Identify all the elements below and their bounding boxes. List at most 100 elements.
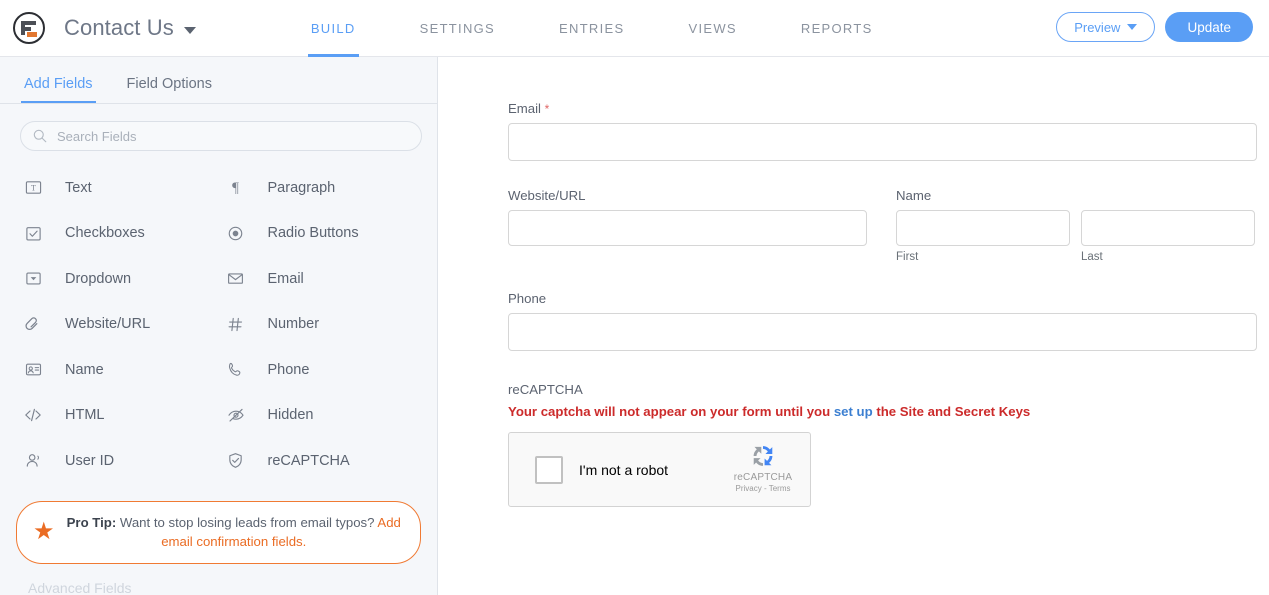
recaptcha-logo-icon: [726, 441, 800, 471]
field-button-number[interactable]: Number: [221, 302, 424, 348]
field-button-phone[interactable]: Phone: [221, 347, 424, 393]
field-label: Number: [267, 316, 320, 333]
star-icon: ★: [33, 517, 55, 545]
code-icon: [22, 404, 44, 426]
field-button-dropdown[interactable]: Dropdown: [18, 256, 221, 302]
dropdown-icon: [22, 268, 44, 290]
field-label: Dropdown: [65, 270, 132, 287]
field-button-recaptcha[interactable]: reCAPTCHA: [221, 438, 424, 484]
tab-settings[interactable]: SETTINGS: [403, 0, 512, 57]
phone-input[interactable]: [508, 313, 1257, 351]
recaptcha-warning-after: the Site and Secret Keys: [872, 404, 1031, 419]
recaptcha-checkbox[interactable]: [535, 455, 563, 484]
envelope-icon: [225, 268, 247, 290]
field-button-website-url[interactable]: Website/URL: [18, 302, 221, 348]
field-label: Checkboxes: [65, 225, 145, 242]
email-label-text: Email: [508, 101, 541, 116]
field-button-email[interactable]: Email: [221, 256, 424, 302]
name-last-sublabel: Last: [1081, 251, 1103, 263]
tab-build[interactable]: BUILD: [294, 0, 373, 57]
field-list: T Text ¶ Paragraph Checkboxes Radio Butt…: [0, 165, 437, 484]
app-logo: [13, 12, 45, 44]
field-label: Text: [65, 179, 92, 196]
field-label: reCAPTCHA: [267, 452, 350, 469]
form-preview-area: Email * Website/URL Name First Last Phon…: [439, 57, 1269, 595]
name-first-sublabel: First: [896, 251, 919, 263]
website-field-label: Website/URL: [508, 188, 586, 203]
search-input[interactable]: [57, 128, 397, 144]
recaptcha-widget[interactable]: I'm not a robot reCAPTCHA Privacy - Term…: [508, 432, 811, 507]
checkbox-icon: [22, 222, 44, 244]
pro-tip-bold: Pro Tip:: [66, 514, 117, 530]
search-icon: [33, 129, 47, 143]
form-field-recaptcha[interactable]: reCAPTCHA Your captcha will not appear o…: [508, 382, 1255, 507]
email-input[interactable]: [508, 123, 1257, 161]
preview-button[interactable]: Preview: [1056, 12, 1156, 42]
chevron-down-icon[interactable]: [183, 26, 196, 34]
eye-slash-icon: [225, 404, 247, 426]
phone-field-label: Phone: [508, 291, 547, 306]
recaptcha-branding: reCAPTCHA Privacy - Terms: [726, 441, 800, 493]
update-button[interactable]: Update: [1165, 12, 1253, 42]
field-button-user-id[interactable]: User ID: [18, 438, 221, 484]
tab-reports[interactable]: REPORTS: [784, 0, 890, 57]
text-field-icon: T: [22, 177, 44, 199]
tab-views[interactable]: VIEWS: [671, 0, 753, 57]
required-marker: *: [544, 102, 550, 116]
id-card-icon: [22, 359, 44, 381]
field-label: Paragraph: [267, 179, 336, 196]
sidebar-tab-add-fields[interactable]: Add Fields: [21, 76, 96, 103]
website-input[interactable]: [508, 210, 867, 246]
search-box[interactable]: [20, 121, 422, 151]
field-button-radio-buttons[interactable]: Radio Buttons: [221, 211, 424, 257]
link-icon: [22, 313, 44, 335]
field-label: Name: [65, 361, 104, 378]
form-field-name[interactable]: Name First Last: [896, 188, 1255, 263]
field-button-paragraph[interactable]: ¶ Paragraph: [221, 165, 424, 211]
field-label: Email: [267, 270, 304, 287]
field-button-html[interactable]: HTML: [18, 393, 221, 439]
pro-tip-banner: ★ Pro Tip: Want to stop losing leads fro…: [16, 500, 421, 564]
chevron-down-icon: [1127, 24, 1138, 30]
top-bar: Contact Us BUILD SETTINGS ENTRIES VIEWS …: [0, 0, 1269, 57]
recaptcha-setup-link[interactable]: set up: [834, 404, 873, 419]
sidebar: Add Fields Field Options T Text ¶ Paragr…: [0, 57, 438, 595]
page-title: Contact Us: [64, 15, 174, 40]
field-label: User ID: [65, 452, 115, 469]
field-label: Radio Buttons: [267, 225, 359, 242]
form-title-block[interactable]: Contact Us: [0, 12, 196, 44]
field-button-name[interactable]: Name: [18, 347, 221, 393]
recaptcha-brand-terms[interactable]: Privacy - Terms: [726, 484, 800, 493]
pro-tip-text: Pro Tip: Want to stop losing leads from …: [66, 513, 402, 551]
svg-text:¶: ¶: [232, 180, 239, 196]
field-label: Phone: [267, 361, 310, 378]
field-label: Website/URL: [65, 316, 151, 333]
wpforms-logo-icon: [13, 12, 45, 44]
field-button-checkboxes[interactable]: Checkboxes: [18, 211, 221, 257]
radio-button-icon: [225, 222, 247, 244]
recaptcha-field-label: reCAPTCHA: [508, 382, 583, 397]
sidebar-tab-field-options[interactable]: Field Options: [124, 76, 215, 103]
field-button-text[interactable]: T Text: [18, 165, 221, 211]
field-label: Hidden: [267, 407, 314, 424]
tab-entries[interactable]: ENTRIES: [542, 0, 641, 57]
name-last-input[interactable]: [1081, 210, 1255, 246]
hash-icon: [225, 313, 247, 335]
name-first-wrapper: First: [896, 210, 1070, 263]
preview-button-label: Preview: [1074, 19, 1121, 35]
main-nav: BUILD SETTINGS ENTRIES VIEWS REPORTS: [294, 0, 890, 57]
name-field-label: Name: [896, 188, 932, 203]
recaptcha-warning: Your captcha will not appear on your for…: [508, 404, 1255, 419]
phone-icon: [225, 359, 247, 381]
form-field-email[interactable]: Email *: [508, 101, 1257, 161]
name-first-input[interactable]: [896, 210, 1070, 246]
search-field-wrapper: [0, 104, 437, 151]
form-field-website[interactable]: Website/URL: [508, 188, 867, 263]
field-button-hidden[interactable]: Hidden: [221, 393, 424, 439]
recaptcha-brand-name: reCAPTCHA: [733, 472, 793, 483]
paragraph-icon: ¶: [225, 177, 247, 199]
recaptcha-warning-before: Your captcha will not appear on your for…: [508, 404, 834, 419]
form-field-phone[interactable]: Phone: [508, 291, 1257, 351]
sidebar-tabs: Add Fields Field Options: [0, 57, 437, 104]
field-label: HTML: [65, 407, 105, 424]
